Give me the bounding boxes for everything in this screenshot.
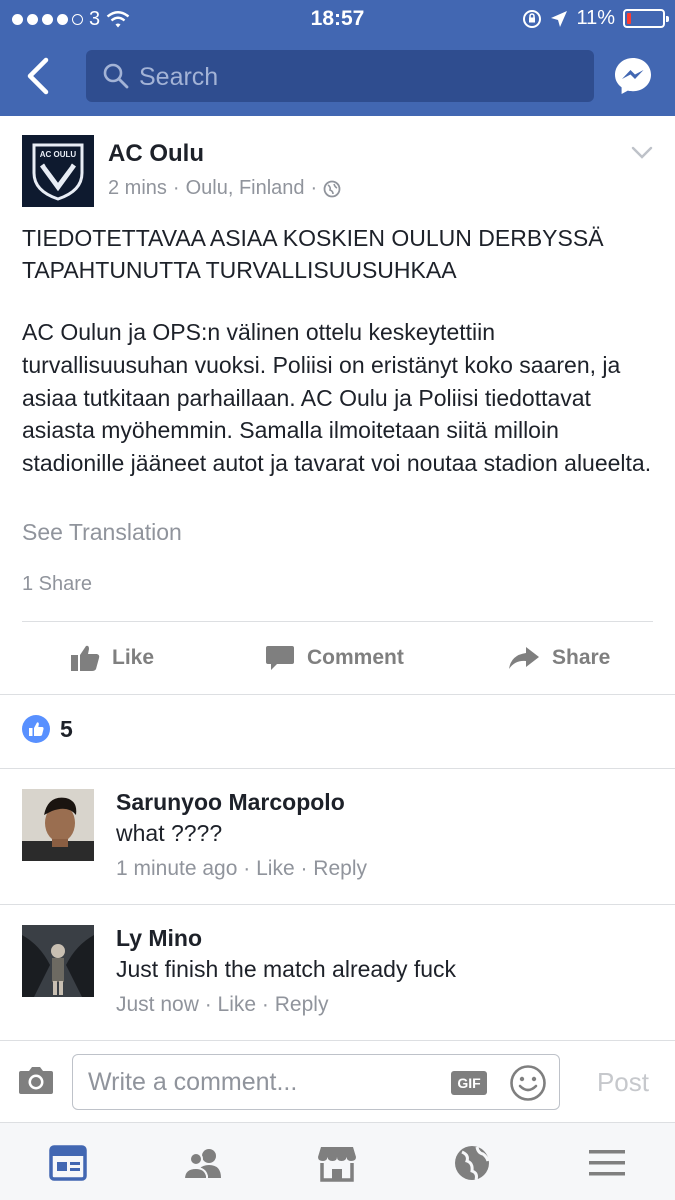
share-count[interactable]: 1 Share (22, 573, 92, 596)
meta-separator: · (198, 993, 218, 1016)
battery-percent: 11% (576, 7, 615, 29)
friends-tab-icon[interactable] (183, 1143, 223, 1183)
comment-like-link[interactable]: Like (218, 993, 257, 1016)
like-label: Like (112, 646, 155, 669)
menu-hamburger-icon[interactable] (587, 1143, 627, 1183)
post-actions: Like Comment Share (0, 622, 675, 694)
meta-separator: · (237, 857, 257, 880)
like-button[interactable]: Like (70, 622, 154, 694)
search-input[interactable]: Search (86, 50, 594, 102)
comment-composer: Write a comment... GIF Post (0, 1040, 675, 1122)
post-time[interactable]: 2 mins (108, 177, 167, 200)
tab-bar (0, 1122, 675, 1200)
sticker-smiley-icon[interactable] (509, 1064, 547, 1102)
globe-icon (323, 180, 341, 197)
divider (0, 768, 675, 769)
comment-label: Comment (307, 646, 404, 669)
battery-level (627, 13, 631, 24)
divider (0, 904, 675, 905)
comment-time: 1 minute ago (116, 857, 238, 880)
messenger-icon[interactable] (613, 56, 653, 96)
gif-button[interactable]: GIF (451, 1071, 487, 1095)
comment-meta: Just now · Like · Reply (116, 993, 328, 1017)
reaction-summary[interactable]: 5 (22, 715, 73, 743)
comment-meta: 1 minute ago · Like · Reply (116, 857, 367, 881)
post-title: TIEDOTETTAVAA ASIAA KOSKIEN OULUN DERBYS… (22, 225, 604, 283)
search-icon (103, 63, 129, 89)
back-arrow-icon[interactable] (22, 56, 58, 96)
ac-oulu-logo: AC OULU (22, 135, 94, 207)
comment-bubble-icon (266, 646, 294, 670)
reaction-count: 5 (60, 715, 73, 742)
comment-like-link[interactable]: Like (256, 857, 295, 880)
share-arrow-icon (509, 647, 539, 669)
meta-separator: · (256, 993, 275, 1016)
comment-item: Ly Mino Just finish the match already fu… (0, 925, 675, 1055)
post-comment-button[interactable]: Post (597, 1067, 649, 1098)
comment-input[interactable]: Write a comment... GIF (72, 1054, 560, 1110)
orientation-lock-icon (523, 9, 542, 28)
commenter-name[interactable]: Sarunyoo Marcopolo (116, 789, 345, 816)
logo-text: AC OULU (40, 150, 77, 159)
nav-bar: Search (0, 38, 675, 116)
status-right: 11% (522, 7, 669, 30)
share-button[interactable]: Share (508, 622, 610, 694)
see-translation-link[interactable]: See Translation (22, 519, 182, 546)
post-location[interactable]: Oulu, Finland (186, 177, 305, 200)
camera-icon[interactable] (18, 1065, 54, 1095)
status-bar: 3 18:57 11% (0, 0, 675, 38)
comment-time: Just now (116, 993, 199, 1016)
divider (0, 694, 675, 695)
page-name[interactable]: AC Oulu (108, 140, 204, 168)
comment-text: Just finish the match already fuck (116, 956, 457, 982)
comment-item: Sarunyoo Marcopolo what ???? 1 minute ag… (0, 789, 675, 919)
share-label: Share (552, 646, 611, 669)
meta-separator: · (294, 857, 314, 880)
post-meta: 2 mins · Oulu, Finland · (108, 177, 341, 200)
meta-separator: · (310, 177, 318, 199)
comment-button[interactable]: Comment (265, 622, 404, 694)
thumbs-up-icon (71, 645, 100, 671)
commenter-avatar[interactable] (22, 789, 94, 861)
commenter-name[interactable]: Ly Mino (116, 925, 202, 952)
battery-icon (623, 9, 669, 28)
location-arrow-icon (551, 10, 568, 27)
search-placeholder: Search (139, 63, 219, 91)
news-feed-tab-icon[interactable] (48, 1143, 88, 1183)
top-bar: 3 18:57 11% Search (0, 0, 675, 116)
chevron-down-icon[interactable] (631, 145, 653, 161)
commenter-avatar[interactable] (22, 925, 94, 997)
page-avatar[interactable]: AC OULU (22, 135, 94, 207)
meta-separator: · (172, 177, 180, 199)
comment-reply-link[interactable]: Reply (275, 993, 329, 1016)
comment-reply-link[interactable]: Reply (313, 857, 367, 880)
notifications-globe-icon[interactable] (452, 1143, 492, 1183)
marketplace-tab-icon[interactable] (317, 1143, 357, 1183)
post-body: AC Oulun ja OPS:n välinen ottelu keskeyt… (22, 319, 652, 477)
comment-placeholder: Write a comment... (88, 1068, 298, 1096)
like-reaction-icon (22, 715, 50, 743)
comment-text: what ???? (116, 820, 223, 846)
